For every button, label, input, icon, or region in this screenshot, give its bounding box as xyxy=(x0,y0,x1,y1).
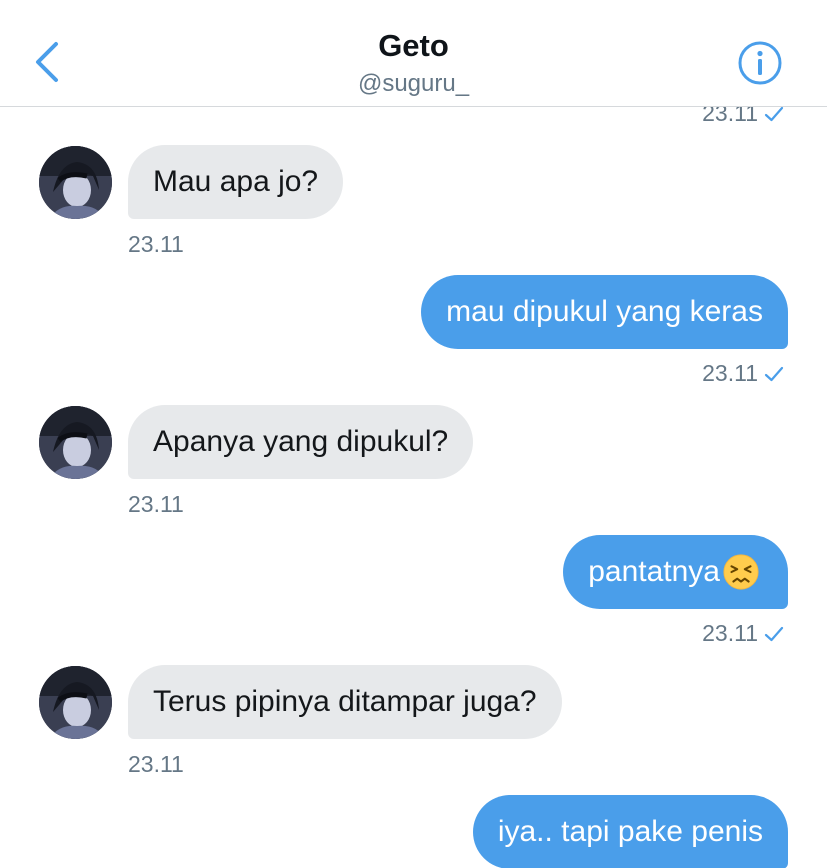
avatar[interactable] xyxy=(39,146,112,219)
message-bubble-incoming[interactable]: Apanya yang dipukul? xyxy=(128,405,474,479)
timestamp-text: 23.11 xyxy=(128,491,184,517)
conversation-handle[interactable]: @suguru_ xyxy=(0,70,827,98)
avatar-image xyxy=(39,406,112,479)
timestamp-text: 23.11 xyxy=(702,360,758,386)
timestamp-text: 23.11 xyxy=(128,751,184,777)
message-bubble-outgoing[interactable]: iya.. tapi pake penis xyxy=(472,795,788,868)
message-text: iya.. tapi pake penis xyxy=(497,815,763,848)
message-timestamp: 23.11 xyxy=(128,491,184,518)
dm-conversation-screen: 23.11 Mau apa jo? 23.11 mau dipukul yang… xyxy=(0,0,827,868)
message-text: pantatnya xyxy=(588,555,720,588)
avatar-image xyxy=(39,146,112,219)
message-bubble-outgoing[interactable]: mau dipukul yang keras xyxy=(421,275,788,349)
message-timestamp: 23.11 xyxy=(128,751,184,778)
persevering-face-emoji xyxy=(723,554,759,590)
check-icon xyxy=(764,366,784,381)
avatar-image xyxy=(39,666,112,739)
message-bubble-outgoing[interactable]: pantatnya xyxy=(563,535,788,609)
message-timestamp: 23.11 xyxy=(702,620,784,647)
avatar[interactable] xyxy=(39,406,112,479)
conversation-header: Geto @suguru_ xyxy=(0,0,827,107)
message-timestamp: 23.11 xyxy=(128,231,184,258)
timestamp-text: 23.11 xyxy=(128,231,184,257)
info-circle-icon[interactable] xyxy=(737,40,783,86)
message-text: Terus pipinya ditampar juga? xyxy=(153,685,537,718)
message-timestamp: 23.11 xyxy=(702,360,784,387)
avatar[interactable] xyxy=(39,666,112,739)
message-text: Mau apa jo? xyxy=(153,165,319,198)
timestamp-text: 23.11 xyxy=(702,620,758,646)
conversation-title[interactable]: Geto xyxy=(0,28,827,64)
message-text: mau dipukul yang keras xyxy=(446,295,763,328)
message-bubble-incoming[interactable]: Mau apa jo? xyxy=(128,145,344,219)
message-thread[interactable]: 23.11 Mau apa jo? 23.11 mau dipukul yang… xyxy=(0,0,827,868)
message-text: Apanya yang dipukul? xyxy=(153,425,449,458)
check-icon xyxy=(764,626,784,641)
message-bubble-incoming[interactable]: Terus pipinya ditampar juga? xyxy=(128,665,562,739)
